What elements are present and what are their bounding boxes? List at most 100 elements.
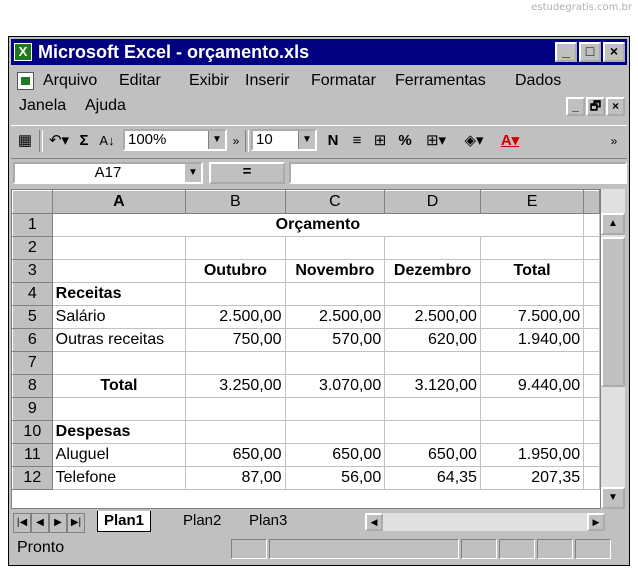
cell[interactable] xyxy=(479,351,585,375)
excel-icon[interactable]: X xyxy=(14,43,32,61)
row-header[interactable]: 10 xyxy=(12,420,53,444)
cell[interactable] xyxy=(384,397,481,421)
value-cell[interactable]: 570,00 xyxy=(284,328,386,352)
cell[interactable] xyxy=(583,328,600,352)
value-cell[interactable]: 207,35 xyxy=(479,466,585,490)
scroll-left-icon[interactable]: ◀ xyxy=(365,513,383,531)
chevron-down-icon[interactable]: ▼ xyxy=(185,164,201,182)
column-header-e[interactable]: E xyxy=(479,190,585,214)
edit-formula-button[interactable]: = xyxy=(209,162,285,184)
column-header-d[interactable]: D xyxy=(384,190,481,214)
workbook-restore-button[interactable]: 🗗 xyxy=(586,97,605,116)
worksheet-grid[interactable]: A B C D E 1 Orçamento 2 3 Outubro Novemb… xyxy=(11,189,601,509)
value-cell[interactable]: 56,00 xyxy=(284,466,386,490)
row-header[interactable]: 1 xyxy=(12,213,53,237)
value-cell[interactable]: 750,00 xyxy=(185,328,286,352)
borders-icon[interactable]: ⊞▾ xyxy=(419,129,453,153)
sort-ascending-icon[interactable]: A↓ xyxy=(95,129,119,153)
value-cell[interactable]: 650,00 xyxy=(284,443,386,467)
header-cell-dezembro[interactable]: Dezembro xyxy=(384,259,481,283)
cell[interactable] xyxy=(384,351,481,375)
sheet-tab-plan2[interactable]: Plan2 xyxy=(177,511,227,531)
row-header[interactable]: 5 xyxy=(12,305,53,329)
last-sheet-icon[interactable]: ▶| xyxy=(67,513,85,533)
first-sheet-icon[interactable]: |◀ xyxy=(13,513,31,533)
align-center-icon[interactable]: ≡ xyxy=(347,129,367,153)
formula-input[interactable] xyxy=(289,162,627,184)
cell[interactable] xyxy=(284,236,386,260)
row-header[interactable]: 4 xyxy=(12,282,53,306)
cell[interactable] xyxy=(583,466,600,490)
paste-icon[interactable]: ▦ xyxy=(15,129,35,153)
more-buttons-icon[interactable]: » xyxy=(229,129,243,153)
cell[interactable] xyxy=(384,282,481,306)
row-header[interactable]: 7 xyxy=(12,351,53,375)
chevron-down-icon[interactable]: ▼ xyxy=(298,131,315,149)
cell[interactable] xyxy=(583,420,600,444)
font-color-icon[interactable]: A▾ xyxy=(493,129,527,153)
menu-arquivo[interactable]: Arquivo xyxy=(43,72,97,90)
value-cell[interactable]: 3.070,00 xyxy=(284,374,386,398)
row-header[interactable]: 3 xyxy=(12,259,53,283)
cell[interactable] xyxy=(51,397,187,421)
row-header[interactable]: 8 xyxy=(12,374,53,398)
sheet-tab-plan3[interactable]: Plan3 xyxy=(243,511,293,531)
cell[interactable] xyxy=(51,236,187,260)
menu-ferramentas[interactable]: Ferramentas xyxy=(395,72,486,90)
menu-ajuda[interactable]: Ajuda xyxy=(85,97,126,115)
menu-inserir[interactable]: Inserir xyxy=(245,72,289,90)
cell[interactable] xyxy=(583,305,600,329)
fill-color-icon[interactable]: ◈▾ xyxy=(457,129,491,153)
value-cell[interactable]: 3.120,00 xyxy=(384,374,481,398)
cell[interactable] xyxy=(284,420,386,444)
cell[interactable] xyxy=(384,420,481,444)
label-cell[interactable]: Aluguel xyxy=(51,443,187,467)
scroll-right-icon[interactable]: ▶ xyxy=(587,513,605,531)
sheet-tab-plan1[interactable]: Plan1 xyxy=(97,511,152,532)
value-cell[interactable]: 3.250,00 xyxy=(185,374,286,398)
workbook-minimize-button[interactable]: _ xyxy=(566,97,585,116)
cell[interactable] xyxy=(51,259,187,283)
value-cell[interactable]: 1.940,00 xyxy=(479,328,585,352)
workbook-close-button[interactable]: × xyxy=(606,97,625,116)
value-cell[interactable]: 2.500,00 xyxy=(284,305,386,329)
value-cell[interactable]: 1.950,00 xyxy=(479,443,585,467)
cell[interactable] xyxy=(284,397,386,421)
name-box[interactable]: A17 ▼ xyxy=(13,162,203,184)
column-header-c[interactable]: C xyxy=(284,190,386,214)
menu-formatar[interactable]: Formatar xyxy=(311,72,376,90)
header-cell-total[interactable]: Total xyxy=(479,259,585,283)
cell[interactable] xyxy=(384,236,481,260)
cell[interactable] xyxy=(479,420,585,444)
menu-dados[interactable]: Dados xyxy=(515,72,561,90)
cell[interactable] xyxy=(185,351,286,375)
autosum-icon[interactable]: Σ xyxy=(75,129,93,153)
value-cell[interactable]: 650,00 xyxy=(384,443,481,467)
cell[interactable] xyxy=(583,259,600,283)
cell[interactable] xyxy=(185,282,286,306)
value-cell[interactable]: 2.500,00 xyxy=(185,305,286,329)
cell[interactable] xyxy=(284,351,386,375)
header-cell-novembro[interactable]: Novembro xyxy=(284,259,386,283)
font-size-select[interactable]: 10 ▼ xyxy=(251,129,317,151)
menu-janela[interactable]: Janela xyxy=(19,97,66,115)
value-cell[interactable]: 64,35 xyxy=(384,466,481,490)
label-cell[interactable]: Telefone xyxy=(51,466,187,490)
percent-style-button[interactable]: % xyxy=(395,129,415,153)
cell[interactable] xyxy=(583,213,600,237)
scroll-thumb[interactable] xyxy=(601,237,625,387)
value-cell[interactable]: 87,00 xyxy=(185,466,286,490)
menu-exibir[interactable]: Exibir xyxy=(189,72,229,90)
section-label-cell[interactable]: Receitas xyxy=(51,282,187,306)
column-header-f[interactable] xyxy=(583,190,600,214)
row-header[interactable]: 12 xyxy=(12,466,53,490)
cell[interactable] xyxy=(583,282,600,306)
total-label-cell[interactable]: Total xyxy=(51,374,187,398)
cell[interactable] xyxy=(583,351,600,375)
cell[interactable] xyxy=(185,236,286,260)
value-cell[interactable]: 9.440,00 xyxy=(479,374,585,398)
cell[interactable] xyxy=(583,443,600,467)
row-header[interactable]: 9 xyxy=(12,397,53,421)
column-header-b[interactable]: B xyxy=(185,190,286,214)
value-cell[interactable]: 650,00 xyxy=(185,443,286,467)
